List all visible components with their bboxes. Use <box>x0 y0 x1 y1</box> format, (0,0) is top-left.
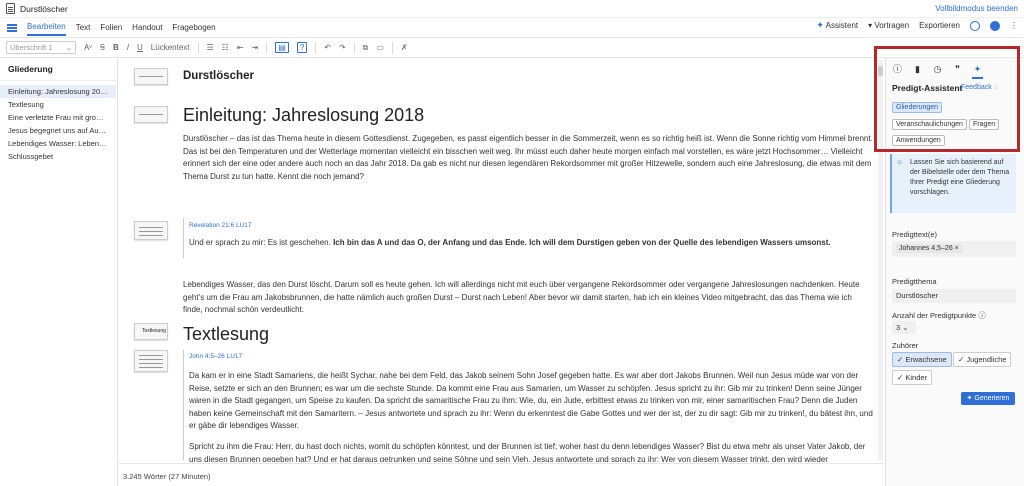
outline-title: Gliederung <box>0 58 117 81</box>
reading-paragraph: Da kam er in eine Stadt Samariens, die h… <box>189 371 873 430</box>
heading-reading: Textlesung <box>183 324 270 344</box>
tab-text[interactable]: Text <box>76 20 91 35</box>
bullet-list-icon[interactable]: ☰ <box>207 43 214 52</box>
divider <box>197 41 199 54</box>
divider <box>353 41 355 54</box>
bible-reference[interactable]: Revelation 21:6 LU17 <box>189 222 252 229</box>
title-bar: Durstlöscher Vollbildmodus beenden <box>0 0 1024 18</box>
bold-button[interactable]: B <box>113 43 119 52</box>
sermon-text-label: Predigttext(e) <box>892 230 938 239</box>
paragraph-style-select[interactable]: Überschrift 1 ⌄ <box>6 41 76 54</box>
export-button[interactable]: Exportieren <box>919 21 960 30</box>
audience-jugendliche[interactable]: ✓ Jugendliche <box>953 352 1012 367</box>
bible-quote: Und er sprach zu mir: Es ist geschehen. … <box>189 238 831 247</box>
outdent-icon[interactable]: ⇤ <box>237 43 244 52</box>
question-icon[interactable]: ? <box>296 42 308 53</box>
audience-kinder[interactable]: ✓ Kinder <box>892 370 933 385</box>
slide-thumbnail[interactable]: Textlesung <box>134 323 168 340</box>
slide-thumbnail[interactable] <box>134 106 168 123</box>
close-icon[interactable]: × <box>955 245 959 252</box>
divider <box>266 41 268 54</box>
word-count: 3.245 Wörter (27 Minuten) <box>123 472 211 481</box>
sermon-text-field[interactable]: Johannes 4,5–26 × <box>892 241 1016 257</box>
tab-bearbeiten[interactable]: Bearbeiten <box>27 19 66 36</box>
image-icon[interactable]: ▭ <box>376 43 384 52</box>
tab-handout[interactable]: Handout <box>132 20 162 35</box>
document-title: Durstlöscher <box>183 70 254 82</box>
redo-icon[interactable]: ↷ <box>339 43 346 52</box>
clear-formatting-icon[interactable]: ✗ <box>401 43 408 52</box>
window-title: Durstlöscher <box>20 3 68 14</box>
more-options-icon[interactable]: ⋮ <box>1010 21 1018 30</box>
outline-item[interactable]: Schlussgebet <box>0 150 116 163</box>
tab-fragebogen[interactable]: Fragebogen <box>172 20 215 35</box>
editor-area[interactable]: Durstlöscher Einleitung: Jahreslosung 20… <box>119 58 884 462</box>
info-text: Lassen Sie sich basierend auf der Bibels… <box>910 159 1010 196</box>
numbered-list-icon[interactable]: ☷ <box>222 43 229 52</box>
underline-button[interactable]: U <box>137 43 143 52</box>
divider <box>315 41 317 54</box>
intro-paragraph: Durstlöscher – das ist das Thema heute i… <box>183 134 873 181</box>
intro-paragraph-2: Lebendiges Wasser, das den Durst löscht.… <box>183 280 860 314</box>
generate-button[interactable]: ✦ Generieren <box>961 392 1015 405</box>
outline-item[interactable]: Lebendiges Wasser: Leben in Be… <box>0 137 116 150</box>
chevron-down-icon: ⌄ <box>65 43 72 52</box>
podium-icon: ▾ <box>868 21 873 30</box>
heading-intro: Einleitung: Jahreslosung 2018 <box>183 105 425 125</box>
link-icon[interactable]: ⧉ <box>363 43 369 53</box>
info-icon[interactable] <box>990 20 1000 31</box>
indent-icon[interactable]: ⇥ <box>252 43 259 52</box>
clear-format-icon[interactable]: Ꞩ <box>100 43 105 52</box>
quote-bar <box>183 218 184 258</box>
bible-verse-icon[interactable]: ▤ <box>275 42 289 53</box>
outline-item[interactable]: Eine verletzte Frau mit großem … <box>0 111 116 124</box>
assistant-button[interactable]: ✦ Assistent <box>816 20 858 31</box>
formatting-toolbar: Überschrift 1 ⌄ Aᵛ Ꞩ B I U Lückentext ☰ ☷… <box>0 38 1024 58</box>
bible-reference[interactable]: John 4:5–26 LU17 <box>189 353 242 360</box>
thumbnail-label: Textlesung <box>142 328 166 334</box>
slide-thumbnail[interactable] <box>134 68 168 85</box>
tab-folien[interactable]: Folien <box>100 20 122 35</box>
highlight-box <box>874 46 1020 152</box>
quote-bar <box>183 350 184 460</box>
sermon-text-tag: Johannes 4,5–26 × <box>896 244 962 253</box>
divider <box>391 41 393 54</box>
audience-erwachsene[interactable]: ✓ Erwachsene <box>892 352 952 367</box>
outline-item[interactable]: Einleitung: Jahreslosung 2018 <box>0 85 116 98</box>
outline-sidebar: Gliederung Einleitung: Jahreslosung 2018… <box>0 58 118 486</box>
outline-item[interactable]: Jesus begegnet uns auf Augenh… <box>0 124 116 137</box>
font-size-button[interactable]: Aᵛ <box>84 43 92 52</box>
gap-text-button[interactable]: Lückentext <box>151 43 190 52</box>
check-icon: ✓ <box>897 373 904 382</box>
status-bar: 3.245 Wörter (27 Minuten) <box>119 463 884 486</box>
check-icon: ✓ <box>958 355 965 364</box>
present-button[interactable]: ▾ Vortragen <box>868 21 909 30</box>
undo-icon[interactable]: ↶ <box>324 43 331 52</box>
menu-bar: Bearbeiten Text Folien Handout Frageboge… <box>0 18 1024 38</box>
hamburger-menu-icon[interactable] <box>7 23 17 32</box>
points-select[interactable]: 3 ⌄ <box>892 321 916 334</box>
outline-item[interactable]: Textlesung <box>0 98 116 111</box>
exit-fullscreen-link[interactable]: Vollbildmodus beenden <box>935 4 1018 13</box>
document-icon <box>6 3 15 14</box>
sermon-theme-label: Predigtthema <box>892 277 937 286</box>
sparkle-icon: ✦ <box>966 395 973 402</box>
chevron-down-icon: ⌄ <box>902 323 909 332</box>
points-label: Anzahl der Predigtpunkte ⓘ <box>892 311 986 320</box>
reading-paragraph-2: Spricht zu ihm die Frau: Herr, du hast d… <box>189 442 866 462</box>
italic-button[interactable]: I <box>127 43 129 52</box>
sermon-theme-input[interactable]: Durstlöscher <box>892 289 1016 303</box>
lightbulb-icon: ☼ <box>896 157 904 166</box>
check-circle-icon[interactable] <box>970 20 980 31</box>
help-icon[interactable]: ⓘ <box>978 311 986 320</box>
slide-thumbnail[interactable] <box>134 221 168 240</box>
sparkle-icon: ✦ <box>816 20 824 30</box>
slide-thumbnail[interactable] <box>134 350 168 372</box>
check-icon: ✓ <box>897 355 904 364</box>
audience-label: Zuhörer <box>892 341 919 350</box>
header-actions: ✦ Assistent ▾ Vortragen Exportieren ⋮ <box>816 20 1018 31</box>
